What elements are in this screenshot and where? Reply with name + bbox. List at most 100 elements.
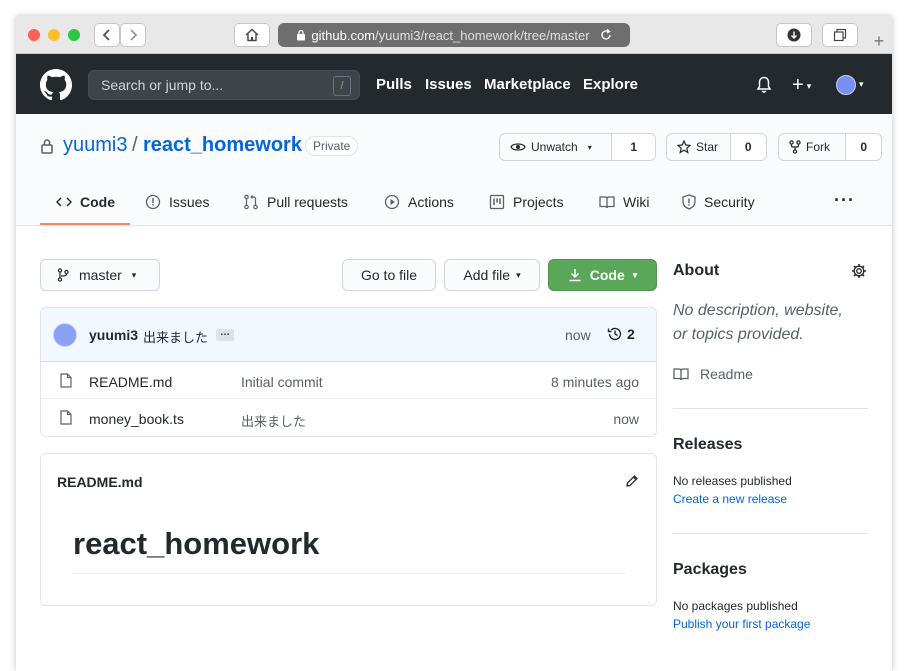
about-description-line1: No description, website, [673, 302, 843, 319]
fork-label: Fork [806, 140, 830, 154]
releases-empty-text: No releases published [673, 474, 792, 488]
readme-heading: react_homework [73, 526, 320, 561]
file-name[interactable]: money_book.ts [89, 411, 184, 427]
add-file-button[interactable]: Add file ▾ [444, 259, 540, 291]
readme-filename: README.md [57, 474, 143, 490]
commit-author[interactable]: yuumi3 [89, 327, 138, 343]
watch-button-group: Unwatch ▾ 1 [499, 133, 656, 161]
search-input[interactable]: Search or jump to... / [88, 70, 360, 100]
github-logo-icon[interactable] [40, 69, 72, 101]
create-new-button[interactable]: + ▾ [792, 75, 811, 96]
fork-button-group: Fork 0 [778, 133, 882, 161]
address-bar[interactable]: github.com/yuumi3/react_homework/tree/ma… [278, 23, 630, 47]
lock-icon [297, 29, 306, 41]
repo-path-separator: / [132, 134, 138, 156]
fork-icon [789, 140, 801, 154]
project-icon [489, 194, 505, 210]
file-name[interactable]: README.md [89, 374, 172, 390]
github-header: Search or jump to... / Pulls Issues Mark… [16, 54, 892, 114]
file-commit-message[interactable]: Initial commit [241, 374, 323, 390]
downloads-button[interactable] [776, 23, 812, 47]
home-button[interactable] [234, 23, 270, 47]
pencil-icon[interactable] [625, 474, 639, 488]
readme-link[interactable]: Readme [700, 366, 753, 382]
packages-title[interactable]: Packages [673, 561, 747, 579]
readme-panel: README.md react_homework [40, 453, 657, 606]
nav-issues[interactable]: Issues [425, 76, 472, 93]
zoom-window-button[interactable] [68, 29, 80, 41]
file-commit-message[interactable]: 出来ました [241, 411, 306, 430]
tab-actions[interactable]: Actions [384, 194, 454, 210]
new-tab-icon[interactable]: + [868, 30, 890, 52]
minimize-window-button[interactable] [48, 29, 60, 41]
file-icon [60, 410, 72, 425]
commit-author-avatar[interactable] [53, 323, 77, 347]
about-description-line2: or topics provided. [673, 326, 804, 343]
dropdown-caret-icon: ▾ [806, 80, 812, 91]
file-icon [60, 373, 72, 388]
nav-explore[interactable]: Explore [583, 76, 638, 93]
tab-pull-requests[interactable]: Pull requests [243, 194, 348, 210]
star-button-group: Star 0 [666, 133, 767, 161]
user-avatar[interactable] [836, 75, 856, 95]
code-download-button[interactable]: Code ▾ [548, 259, 657, 291]
star-button[interactable]: Star [667, 134, 730, 160]
repo-name-link[interactable]: react_homework [143, 134, 302, 157]
create-release-link[interactable]: Create a new release [673, 492, 787, 506]
url-host: github.com [311, 27, 375, 43]
back-button[interactable] [94, 23, 120, 47]
tab-issues-label: Issues [169, 194, 210, 210]
nav-marketplace[interactable]: Marketplace [484, 76, 571, 93]
fork-button[interactable]: Fork [779, 134, 845, 160]
fork-count[interactable]: 0 [845, 134, 881, 160]
about-title: About [673, 262, 720, 279]
browser-toolbar: github.com/yuumi3/react_homework/tree/ma… [16, 16, 892, 54]
file-row: money_book.ts 出来ました now [41, 399, 656, 436]
unwatch-button[interactable]: Unwatch ▾ [500, 134, 611, 160]
search-shortcut-key: / [333, 76, 351, 96]
tab-code[interactable]: Code [56, 194, 115, 210]
history-icon[interactable] [607, 326, 623, 342]
forward-button[interactable] [120, 23, 146, 47]
eye-icon [510, 143, 526, 151]
tab-code-label: Code [80, 194, 115, 210]
chevron-right-icon [130, 29, 138, 41]
book-icon [599, 196, 615, 209]
packages-empty-text: No packages published [673, 599, 798, 613]
branch-name: master [79, 267, 122, 283]
unwatch-caret-icon: ▾ [587, 142, 592, 152]
avatar-caret-icon[interactable]: ▾ [859, 79, 864, 90]
close-window-button[interactable] [28, 29, 40, 41]
commit-expand-button[interactable]: … [216, 328, 234, 341]
shield-icon [682, 194, 696, 210]
star-count[interactable]: 0 [729, 134, 766, 160]
tab-overview-button[interactable] [822, 23, 858, 47]
file-commit-time: 8 minutes ago [551, 374, 639, 390]
tab-projects[interactable]: Projects [489, 194, 564, 210]
chevron-left-icon [102, 29, 110, 41]
search-placeholder: Search or jump to... [101, 77, 224, 93]
tab-wiki[interactable]: Wiki [599, 194, 649, 210]
branch-select-button[interactable]: master ▾ [40, 259, 160, 291]
go-to-file-button[interactable]: Go to file [342, 259, 436, 291]
repo-owner-link[interactable]: yuumi3 [63, 134, 127, 157]
issue-opened-icon [145, 194, 161, 210]
commit-count[interactable]: 2 [627, 326, 635, 342]
releases-title[interactable]: Releases [673, 436, 742, 454]
bell-icon[interactable] [756, 76, 772, 94]
tab-issues[interactable]: Issues [145, 194, 209, 210]
watch-count[interactable]: 1 [611, 134, 655, 160]
tab-security[interactable]: Security [682, 194, 755, 210]
gear-icon[interactable] [851, 263, 867, 279]
commit-time: now [565, 327, 591, 343]
download-icon [787, 28, 801, 42]
readme-heading-divider [73, 573, 625, 574]
publish-package-link[interactable]: Publish your first package [673, 617, 810, 631]
tabs-icon [833, 28, 847, 42]
add-file-caret-icon: ▾ [516, 269, 521, 280]
nav-pulls[interactable]: Pulls [376, 76, 412, 93]
commit-message[interactable]: 出来ました [143, 327, 208, 346]
more-tabs-button[interactable]: ··· [834, 190, 855, 211]
play-icon [384, 194, 400, 210]
unwatch-label: Unwatch [531, 140, 578, 154]
